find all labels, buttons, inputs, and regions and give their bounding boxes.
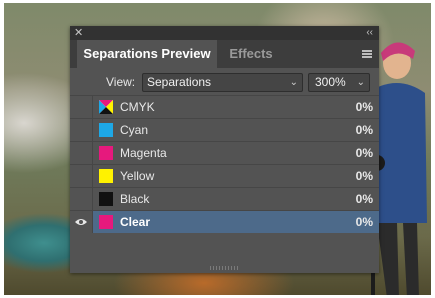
separation-percent: 0% — [355, 215, 373, 229]
visibility-toggle[interactable] — [70, 188, 93, 210]
panel-titlebar[interactable]: ✕ ‹‹ — [70, 26, 379, 40]
separation-name: CMYK — [120, 100, 155, 114]
color-swatch — [99, 123, 113, 137]
separation-percent: 0% — [355, 100, 373, 114]
separation-name: Black — [120, 192, 150, 206]
view-dropdown[interactable]: Separations ⌄ — [142, 73, 303, 92]
separation-percent: 0% — [355, 146, 373, 160]
color-swatch — [99, 215, 113, 229]
separation-name: Yellow — [120, 169, 155, 183]
separation-row-yellow[interactable]: Yellow 0% — [70, 164, 379, 187]
separation-row-black[interactable]: Black 0% — [70, 187, 379, 210]
panel-tabbar: Separations Preview Effects — [70, 40, 379, 68]
separation-row-cmyk[interactable]: CMYK 0% — [70, 95, 379, 118]
resize-grip-icon[interactable] — [210, 266, 240, 270]
separation-percent: 0% — [355, 192, 373, 206]
view-label: View: — [106, 75, 136, 89]
separation-name: Magenta — [120, 146, 167, 160]
chevron-down-icon: ⌄ — [356, 77, 365, 88]
separations-preview-panel: ✕ ‹‹ Separations Preview Effects View: S… — [70, 26, 379, 273]
separations-list: CMYK 0% Cyan 0% Magenta 0% Yellow 0% Bla… — [70, 95, 379, 233]
separation-name: Cyan — [120, 123, 149, 137]
separation-row-cyan[interactable]: Cyan 0% — [70, 118, 379, 141]
view-row: View: Separations ⌄ 300% ⌄ — [70, 68, 379, 96]
separation-percent: 0% — [355, 123, 373, 137]
color-swatch — [99, 146, 113, 160]
eye-icon — [75, 219, 87, 225]
collapse-icon[interactable]: ‹‹ — [366, 26, 373, 40]
separation-name: Clear — [120, 215, 151, 229]
color-swatch — [99, 192, 113, 206]
panel-menu-icon[interactable] — [362, 50, 372, 58]
close-icon[interactable]: ✕ — [74, 26, 83, 40]
zoom-dropdown[interactable]: 300% ⌄ — [308, 73, 370, 92]
separation-percent: 0% — [355, 169, 373, 183]
separation-row-magenta[interactable]: Magenta 0% — [70, 141, 379, 164]
visibility-toggle[interactable] — [70, 142, 93, 164]
cmyk-swatch-icon — [99, 100, 113, 114]
tab-separations-preview[interactable]: Separations Preview — [77, 40, 217, 68]
visibility-toggle[interactable] — [70, 211, 93, 233]
visibility-toggle[interactable] — [70, 96, 93, 118]
chevron-down-icon: ⌄ — [289, 77, 298, 88]
tab-effects[interactable]: Effects — [218, 40, 284, 68]
zoom-dropdown-value: 300% — [315, 75, 346, 89]
separation-row-clear[interactable]: Clear 0% — [70, 210, 379, 233]
visibility-toggle[interactable] — [70, 165, 93, 187]
view-dropdown-value: Separations — [147, 75, 212, 89]
color-swatch — [99, 169, 113, 183]
panel-footer — [70, 263, 379, 273]
visibility-toggle[interactable] — [70, 119, 93, 141]
